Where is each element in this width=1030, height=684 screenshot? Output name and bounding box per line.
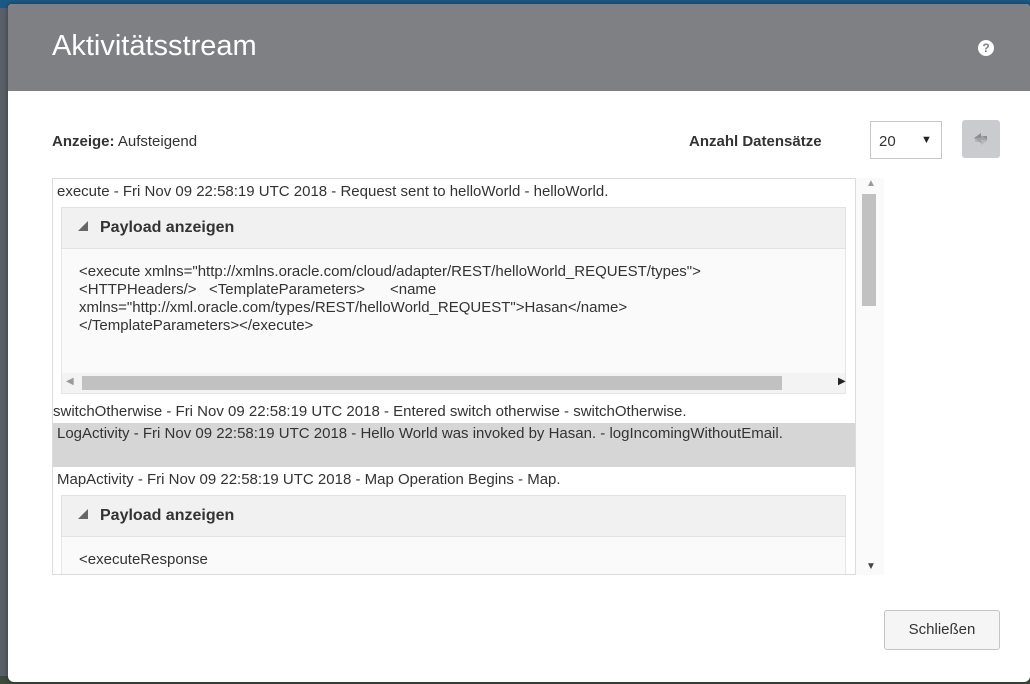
stream-entry-switch: switchOtherwise - Fri Nov 09 22:58:19 UT… bbox=[53, 403, 687, 420]
scroll-up-icon[interactable]: ▲ bbox=[866, 178, 876, 189]
stream-entry-map: MapActivity - Fri Nov 09 22:58:19 UTC 20… bbox=[57, 471, 561, 488]
payload-toggle-1[interactable]: Payload anzeigen bbox=[61, 207, 846, 249]
dialog-title: Aktivitätsstream bbox=[52, 30, 257, 62]
payload-body-1: <execute xmlns="http://xmlns.oracle.com/… bbox=[61, 249, 846, 394]
stream-entry-execute: execute - Fri Nov 09 22:58:19 UTC 2018 -… bbox=[57, 183, 609, 200]
scroll-left-icon[interactable]: ◀ bbox=[66, 376, 74, 387]
display-order: Anzeige: Aufsteigend bbox=[52, 133, 197, 150]
scroll-down-icon[interactable]: ▼ bbox=[866, 561, 876, 572]
background-left-strip bbox=[0, 8, 8, 684]
payload-body-2: <executeResponse bbox=[61, 537, 846, 574]
refresh-button[interactable] bbox=[962, 120, 1000, 158]
stream-entry-log: LogActivity - Fri Nov 09 22:58:19 UTC 20… bbox=[53, 423, 855, 467]
payload-text-2: <executeResponse bbox=[79, 551, 208, 568]
records-count-label: Anzahl Datensätze bbox=[689, 133, 822, 150]
expanded-triangle-icon bbox=[78, 509, 88, 519]
dropdown-arrow-icon: ▼ bbox=[921, 134, 932, 146]
scroll-right-icon[interactable]: ▶ bbox=[838, 376, 846, 387]
activity-stream-dialog: Aktivitätsstream ? Anzeige: Aufsteigend … bbox=[8, 4, 1030, 682]
payload-toggle-2[interactable]: Payload anzeigen bbox=[61, 495, 846, 537]
display-order-value[interactable]: Aufsteigend bbox=[118, 133, 197, 150]
close-button[interactable]: Schließen bbox=[884, 610, 1000, 650]
payload-text-1: <execute xmlns="http://xmlns.oracle.com/… bbox=[79, 263, 701, 334]
records-count-value: 20 bbox=[879, 133, 896, 150]
refresh-icon bbox=[974, 133, 988, 145]
expanded-triangle-icon bbox=[78, 221, 88, 231]
stream-vertical-scrollbar[interactable]: ▲ ▼ bbox=[856, 178, 884, 575]
help-icon[interactable]: ? bbox=[978, 40, 994, 56]
display-order-label: Anzeige: bbox=[52, 133, 115, 150]
activity-stream-list[interactable]: execute - Fri Nov 09 22:58:19 UTC 2018 -… bbox=[52, 178, 856, 575]
records-count-select[interactable]: 20 ▼ bbox=[870, 121, 942, 159]
horizontal-scroll-thumb[interactable] bbox=[82, 376, 782, 390]
payload-toggle-label: Payload anzeigen bbox=[100, 219, 235, 236]
payload-toggle-label: Payload anzeigen bbox=[100, 507, 235, 524]
dialog-header: Aktivitätsstream ? bbox=[8, 4, 1030, 91]
vertical-scroll-thumb[interactable] bbox=[862, 194, 876, 306]
payload-horizontal-scrollbar[interactable]: ◀ ▶ bbox=[62, 373, 846, 393]
